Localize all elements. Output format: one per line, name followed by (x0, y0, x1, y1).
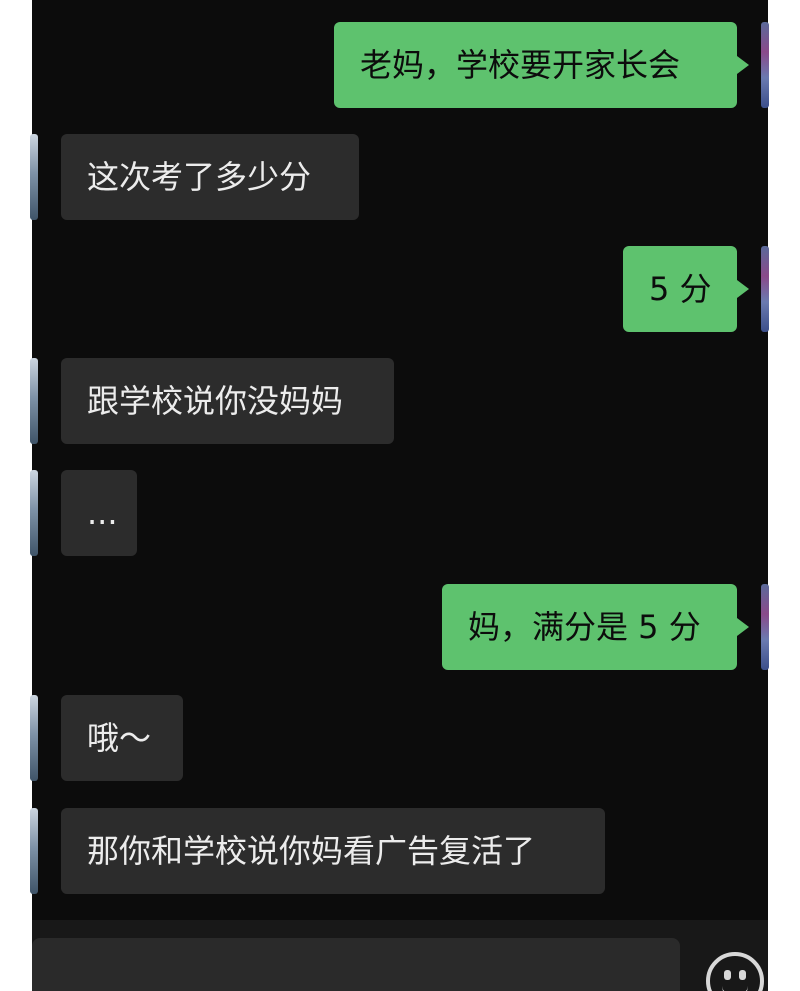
contact-avatar[interactable] (30, 808, 38, 894)
message-bubble-incoming[interactable]: 那你和学校说你妈看广告复活了 (61, 808, 605, 894)
emoji-mouth (722, 983, 748, 991)
emoji-eye-left (724, 970, 731, 980)
message-input[interactable] (32, 938, 680, 991)
message-bubble-incoming[interactable]: 这次考了多少分 (61, 134, 359, 220)
contact-avatar[interactable] (30, 470, 38, 556)
contact-avatar[interactable] (30, 134, 38, 220)
message-bubble-incoming[interactable]: 哦～ (61, 695, 183, 781)
emoji-eye-right (739, 970, 746, 980)
self-avatar[interactable] (761, 584, 769, 670)
message-bubble-outgoing[interactable]: 妈，满分是 5 分 (442, 584, 749, 670)
message-bubble-incoming[interactable]: 跟学校说你没妈妈 (61, 358, 394, 444)
message-text: 老妈，学校要开家长会 (360, 46, 681, 84)
self-avatar[interactable] (761, 246, 769, 332)
contact-avatar[interactable] (30, 358, 38, 444)
message-text: ... (87, 494, 118, 532)
contact-avatar[interactable] (30, 695, 38, 781)
message-text: 跟学校说你没妈妈 (87, 382, 344, 420)
message-bubble-incoming[interactable]: ... (61, 470, 137, 556)
message-text: 妈，满分是 5 分 (468, 608, 701, 646)
self-avatar[interactable] (761, 22, 769, 108)
message-bubble-outgoing[interactable]: 5 分 (623, 246, 749, 332)
message-text: 那你和学校说你妈看广告复活了 (87, 832, 536, 870)
message-text: 5 分 (649, 270, 712, 308)
message-text: 哦～ (87, 719, 152, 757)
message-text: 这次考了多少分 (87, 158, 312, 196)
message-bubble-outgoing[interactable]: 老妈，学校要开家长会 (334, 22, 749, 108)
